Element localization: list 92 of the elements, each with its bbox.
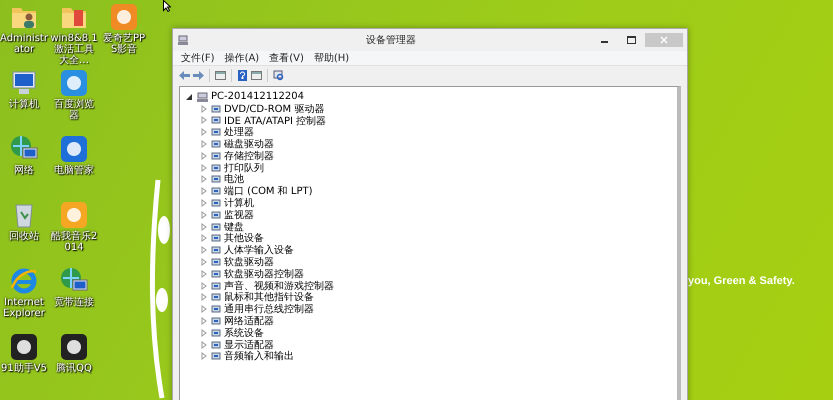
expand-arrow-icon[interactable] [200,175,208,184]
expand-arrow-icon[interactable] [200,222,208,231]
expand-arrow-icon[interactable] [200,258,208,266]
tree-item[interactable]: 电池 [224,172,244,186]
tree-item[interactable]: DVD/CD-ROM 驱动器 [224,102,324,116]
device-icon [211,210,221,220]
expand-arrow-icon[interactable] [200,152,208,160]
device-icon [211,328,221,338]
device-icon [211,304,221,314]
panel-icon[interactable] [215,70,226,80]
device-icon [211,174,221,184]
expand-arrow-icon[interactable] [200,305,208,314]
app-icon [59,68,89,98]
device-icon [211,186,221,196]
tree-item[interactable]: 监视器 [224,208,254,222]
device-icon [211,245,221,256]
app-icon [59,332,89,362]
device-icon [211,222,221,232]
expand-arrow-icon[interactable] [200,282,208,290]
computer-icon [197,92,208,102]
tree-item[interactable]: IDE ATA/ATAPI 控制器 [224,114,326,128]
tree-item[interactable]: 网络适配器 [224,314,274,328]
tree-item[interactable]: PC-201412112204 [211,91,304,102]
tree-item[interactable]: 键盘 [224,220,244,234]
collapse-arrow-icon[interactable] [186,92,194,101]
expand-arrow-icon[interactable] [200,164,208,172]
tree-item[interactable]: 打印队列 [224,160,264,175]
tree-item[interactable]: 人体学输入设备 [224,243,294,258]
device-icon [211,257,221,268]
device-icon [211,104,221,114]
expand-arrow-icon[interactable] [200,293,208,302]
expand-arrow-icon[interactable] [200,104,208,113]
expand-arrow-icon[interactable] [200,328,208,337]
device-icon [211,280,221,291]
menu-item[interactable]: 查看(V) [269,51,304,65]
mouse-cursor-icon [163,0,171,12]
expand-arrow-icon[interactable] [200,234,208,242]
device-icon [211,340,221,350]
expand-arrow-icon[interactable] [200,199,208,208]
device-icon [211,233,221,244]
wallpaper-text: you, Green & Safety. [688,275,795,287]
maximize-icon [626,36,636,44]
expand-arrow-icon[interactable] [200,352,208,360]
device-icon [211,115,221,126]
expand-arrow-icon[interactable] [200,116,208,124]
tree-item[interactable]: 鼠标和其他指针设备 [224,290,314,304]
expand-arrow-icon[interactable] [200,270,208,278]
expand-arrow-icon[interactable] [200,340,208,349]
tree-item[interactable]: 通用串行总线控制器 [224,302,314,316]
menu-item[interactable]: 操作(A) [224,51,260,65]
tree-item[interactable]: 计算机 [224,196,254,210]
device-icon [211,316,221,326]
tree-item[interactable]: 磁盘驱动器 [224,137,274,152]
device-icon [211,198,221,208]
tree-item[interactable]: 显示适配器 [224,338,274,352]
tree-item[interactable]: 其他设备 [224,231,264,246]
device-icon [211,139,221,150]
expand-arrow-icon[interactable] [200,187,208,196]
app-icon [59,134,89,164]
device-icon [211,351,221,362]
menu-item[interactable]: 文件(F) [181,51,215,65]
window-title: 设备管理器 [365,34,417,47]
help-icon[interactable] [237,70,248,80]
app-icon [109,2,139,32]
forward-icon[interactable] [193,70,204,80]
device-manager-icon[interactable] [177,34,189,46]
tree-item[interactable]: 音频输入和输出 [224,349,294,364]
expand-arrow-icon[interactable] [200,128,208,136]
device-icon [211,150,221,161]
expand-arrow-icon[interactable] [200,140,208,148]
device-icon [211,292,221,302]
tree-item[interactable]: 存储控制器 [224,148,274,163]
expand-arrow-icon[interactable] [200,317,208,326]
tree-item[interactable]: 软盘驱动器 [224,255,274,270]
scan-icon[interactable] [273,70,284,80]
back-icon[interactable] [179,70,190,80]
close-icon [660,36,668,44]
tree-item[interactable]: 系统设备 [224,326,264,340]
device-icon [211,127,221,138]
app-icon [59,200,89,230]
browser-icon [9,266,39,296]
tree-item[interactable]: 处理器 [224,125,254,140]
device-icon [211,162,221,173]
tree-item[interactable]: 声音、视频和游戏控制器 [224,278,334,293]
menu-item[interactable]: 帮助(H) [314,51,350,65]
device-icon [211,268,221,279]
expand-arrow-icon[interactable] [200,246,208,254]
expand-arrow-icon[interactable] [200,210,208,219]
app-icon [9,332,39,362]
tree-item[interactable]: 端口 (COM 和 LPT) [224,184,313,198]
tree-item[interactable]: 软盘驱动器控制器 [224,266,304,281]
panel-icon[interactable] [251,70,262,80]
